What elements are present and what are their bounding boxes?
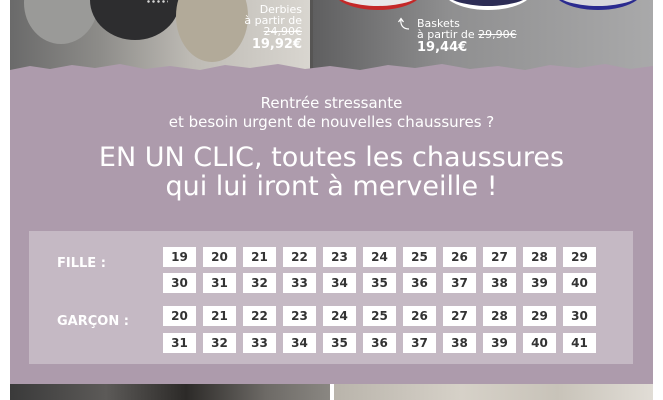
size-button[interactable]: 26: [443, 247, 476, 267]
boy-size-label: GARÇON :: [57, 314, 129, 329]
boy-size-row: 31 32 33 34 35 36 37 38 39 40 41: [163, 333, 603, 353]
size-button[interactable]: 38: [483, 273, 516, 293]
size-button[interactable]: 25: [403, 247, 436, 267]
size-button[interactable]: 26: [403, 306, 436, 326]
size-button[interactable]: 21: [203, 306, 236, 326]
size-button[interactable]: 39: [483, 333, 516, 353]
old-price: 29,90€: [478, 28, 517, 41]
size-button[interactable]: 23: [323, 247, 356, 267]
derbies-shoe-image: [24, 0, 98, 44]
price: 19,44€: [417, 40, 468, 55]
size-button[interactable]: 24: [363, 247, 396, 267]
baskets-price-box: Baskets à partir de 29,90€ 19,44€: [417, 18, 517, 56]
size-grid: FILLE : 19 20 21 22 23 24 25 26 27 28 29 30 31 32 33 3…: [29, 231, 633, 364]
headline-line-2: qui lui iront à merveille !: [165, 171, 498, 202]
baskets-shoe-image: [443, 0, 533, 10]
size-button[interactable]: 39: [523, 273, 556, 293]
size-button[interactable]: 24: [323, 306, 356, 326]
from-price-line: à partir de 29,90€: [417, 29, 517, 40]
size-button[interactable]: 33: [243, 333, 276, 353]
size-button[interactable]: 40: [563, 273, 596, 293]
size-button[interactable]: 37: [443, 273, 476, 293]
size-button[interactable]: 29: [563, 247, 596, 267]
baskets-shoe-image: [333, 0, 423, 10]
size-button[interactable]: 36: [363, 333, 396, 353]
size-button[interactable]: 28: [483, 306, 516, 326]
curved-arrow-icon: [398, 17, 410, 30]
size-button[interactable]: 22: [243, 306, 276, 326]
size-button[interactable]: 30: [563, 306, 596, 326]
intro-line-1: Rentrée stressante: [260, 94, 403, 112]
size-button[interactable]: 34: [323, 273, 356, 293]
size-finder-section: Rentrée stressante et besoin urgent de n…: [10, 70, 653, 384]
size-button[interactable]: 32: [243, 273, 276, 293]
size-button[interactable]: 28: [523, 247, 556, 267]
intro-line-2: et besoin urgent de nouvelles chaussures…: [168, 113, 495, 131]
price: 19,92€: [251, 37, 302, 52]
size-button[interactable]: 38: [443, 333, 476, 353]
size-button[interactable]: 20: [203, 247, 236, 267]
derbies-shoe-image: [90, 0, 180, 40]
girl-size-row: 30 31 32 33 34 35 36 37 38 39 40: [163, 273, 603, 293]
size-button[interactable]: 31: [163, 333, 196, 353]
size-button[interactable]: 31: [203, 273, 236, 293]
size-button[interactable]: 23: [283, 306, 316, 326]
derbies-price-box: Derbies à partir de 24,90€ 19,92€: [244, 4, 302, 53]
boy-size-row: 20 21 22 23 24 25 26 27 28 29 30: [163, 306, 603, 326]
headline-line-1: EN UN CLIC, toutes les chaussures: [98, 142, 565, 173]
girl-size-row: 19 20 21 22 23 24 25 26 27 28 29: [163, 247, 603, 267]
boy-shoe-photo[interactable]: [10, 384, 330, 400]
size-button[interactable]: 22: [283, 247, 316, 267]
size-button[interactable]: 41: [563, 333, 596, 353]
size-button[interactable]: 19: [163, 247, 196, 267]
bottom-photo-strip[interactable]: [10, 384, 653, 400]
size-button[interactable]: 30: [163, 273, 196, 293]
size-button[interactable]: 27: [483, 247, 516, 267]
size-button[interactable]: 29: [523, 306, 556, 326]
size-button[interactable]: 20: [163, 306, 196, 326]
size-button[interactable]: 35: [363, 273, 396, 293]
size-button[interactable]: 35: [323, 333, 356, 353]
girl-size-label: FILLE :: [57, 256, 106, 271]
intro-text: Rentrée stressante et besoin urgent de n…: [10, 94, 653, 132]
old-price: 24,90€: [263, 25, 303, 38]
size-button[interactable]: 40: [523, 333, 556, 353]
derbies-shoe-image: [176, 0, 248, 62]
girl-shoe-photo[interactable]: [334, 384, 653, 400]
size-button[interactable]: 33: [283, 273, 316, 293]
size-button[interactable]: 27: [443, 306, 476, 326]
size-button[interactable]: 34: [283, 333, 316, 353]
size-button[interactable]: 25: [363, 306, 396, 326]
size-button[interactable]: 21: [243, 247, 276, 267]
size-button[interactable]: 37: [403, 333, 436, 353]
baskets-shoe-image: [553, 0, 643, 10]
headline: EN UN CLIC, toutes les chaussures qui lu…: [10, 143, 653, 201]
size-button[interactable]: 36: [403, 273, 436, 293]
size-button[interactable]: 32: [203, 333, 236, 353]
